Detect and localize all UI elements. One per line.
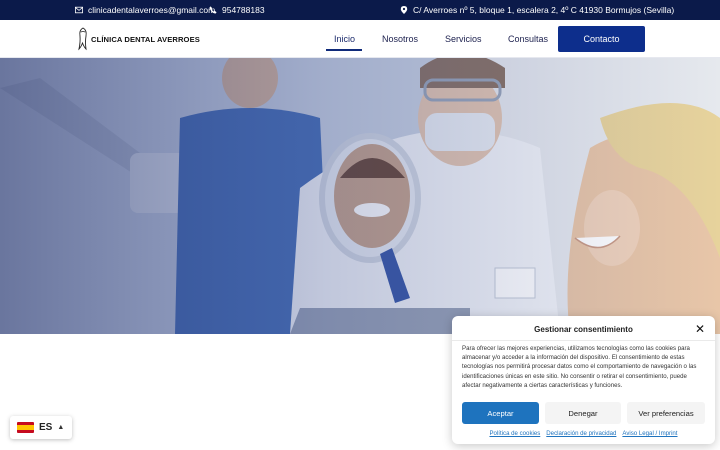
- cookie-title: Gestionar consentimiento: [534, 325, 633, 334]
- logo-text: CLÍNICA DENTAL AVERROES: [91, 34, 200, 44]
- legal-notice-link[interactable]: Aviso Legal / Imprint: [622, 430, 677, 437]
- topbar-phone[interactable]: 954788183: [209, 0, 265, 20]
- envelope-icon: [75, 6, 83, 14]
- view-preferences-button[interactable]: Ver preferencias: [627, 402, 705, 424]
- spain-flag-icon: [17, 422, 34, 433]
- topbar-email[interactable]: clinicadentalaverroes@gmail.com: [75, 0, 215, 20]
- topbar-address: C/ Averroes nº 5, bloque 1, escalera 2, …: [400, 0, 674, 20]
- phone-icon: [209, 6, 217, 14]
- nav-consultas[interactable]: Consultas: [508, 34, 548, 44]
- contact-button[interactable]: Contacto: [558, 26, 645, 52]
- nav-inicio[interactable]: Inicio: [334, 34, 355, 44]
- tooth-logo-icon: [78, 27, 87, 51]
- nav-servicios[interactable]: Servicios: [445, 34, 482, 44]
- topbar-phone-text: 954788183: [222, 5, 265, 15]
- accept-cookies-button[interactable]: Aceptar: [462, 402, 539, 424]
- hero-image: [0, 58, 720, 334]
- cookie-policy-link[interactable]: Política de cookies: [489, 430, 540, 437]
- language-switcher[interactable]: ES ▲: [10, 416, 72, 439]
- cookie-divider: [452, 340, 715, 341]
- cookie-consent-dialog: Gestionar consentimiento ✕ Para ofrecer …: [452, 316, 715, 444]
- cookie-links: Política de cookies Declaración de priva…: [452, 430, 715, 437]
- hero-illustration: [0, 58, 720, 334]
- map-pin-icon: [400, 6, 408, 14]
- topbar-address-text: C/ Averroes nº 5, bloque 1, escalera 2, …: [413, 5, 675, 15]
- deny-cookies-button[interactable]: Denegar: [545, 402, 621, 424]
- chevron-up-icon: ▲: [57, 424, 65, 431]
- close-icon[interactable]: ✕: [695, 323, 705, 335]
- cookie-body-text: Para ofrecer las mejores experiencias, u…: [462, 345, 697, 389]
- nav-nosotros[interactable]: Nosotros: [382, 34, 418, 44]
- nav-active-underline: [326, 49, 362, 51]
- topbar-email-text: clinicadentalaverroes@gmail.com: [88, 5, 216, 15]
- privacy-statement-link[interactable]: Declaración de privacidad: [546, 430, 616, 437]
- top-contact-bar: clinicadentalaverroes@gmail.com 95478818…: [0, 0, 720, 20]
- language-code: ES: [39, 422, 53, 433]
- site-logo[interactable]: CLÍNICA DENTAL AVERROES: [77, 27, 200, 51]
